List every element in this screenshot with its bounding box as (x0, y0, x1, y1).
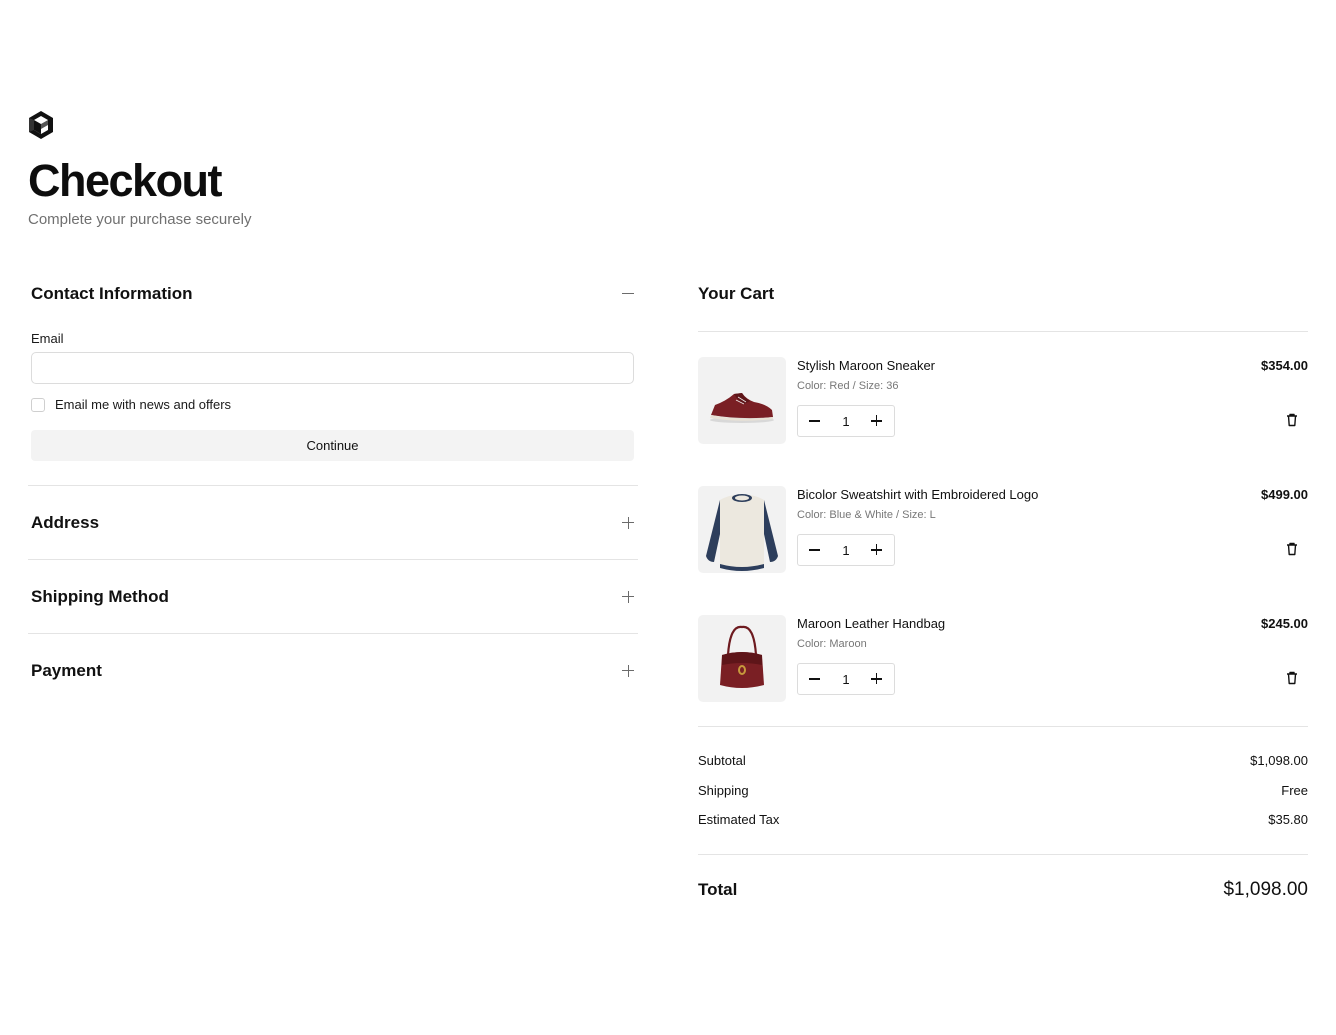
cart-item: Maroon Leather Handbag Color: Maroon $24… (698, 615, 1308, 726)
email-field[interactable] (31, 352, 634, 384)
item-name: Maroon Leather Handbag (797, 616, 946, 631)
sweatshirt-image[interactable] (698, 486, 786, 573)
page-subtitle: Complete your purchase securely (28, 211, 252, 228)
item-name: Bicolor Sweatshirt with Embroidered Logo (797, 487, 1039, 502)
item-price: $354.00 (1261, 358, 1308, 373)
total-label: Total (698, 879, 738, 899)
handbag-image[interactable] (698, 615, 786, 702)
section-title: Payment (31, 660, 102, 680)
decrease-quantity-button[interactable] (808, 672, 822, 686)
minus-icon[interactable] (622, 288, 634, 300)
newsletter-option[interactable]: Email me with news and offers (31, 397, 634, 412)
trash-icon[interactable] (1284, 412, 1300, 428)
section-title: Address (31, 512, 100, 532)
sneaker-image[interactable] (698, 357, 786, 444)
item-name: Stylish Maroon Sneaker (797, 358, 936, 373)
contact-form: Email Email me with news and offers Cont… (28, 331, 638, 485)
increase-quantity-button[interactable] (870, 672, 884, 686)
cube-logo-icon (29, 111, 53, 139)
contact-section: Contact Information Email Email me with … (28, 270, 638, 486)
plus-icon[interactable] (622, 664, 634, 677)
item-variant: Color: Maroon (797, 638, 867, 650)
item-price: $499.00 (1261, 487, 1308, 502)
item-variant: Color: Blue & White / Size: L (797, 509, 936, 521)
tax-value: $35.80 (1268, 812, 1308, 827)
decrease-quantity-button[interactable] (808, 543, 822, 557)
quantity-value[interactable]: 1 (842, 414, 849, 429)
quantity-stepper: 1 (797, 534, 895, 566)
address-section: Address (28, 486, 638, 560)
section-title: Shipping Method (31, 586, 169, 606)
cart-list: Stylish Maroon Sneaker Color: Red / Size… (698, 332, 1308, 726)
cart-item: Bicolor Sweatshirt with Embroidered Logo… (698, 486, 1308, 615)
increase-quantity-button[interactable] (870, 414, 884, 428)
order-summary: Subtotal $1,098.00 Shipping Free Estimat… (698, 727, 1308, 854)
shipping-value: Free (1281, 782, 1308, 798)
plus-icon[interactable] (622, 590, 634, 603)
continue-button[interactable]: Continue (31, 430, 634, 461)
address-section-header[interactable]: Address (28, 486, 638, 559)
total-row: Total $1,098.00 (698, 855, 1308, 925)
tax-label: Estimated Tax (698, 812, 780, 827)
subtotal-value: $1,098.00 (1250, 753, 1308, 768)
cart-item: Stylish Maroon Sneaker Color: Red / Size… (698, 357, 1308, 486)
cart-panel: Your Cart Stylish Maroon Sneaker Color: … (698, 270, 1308, 925)
subtotal-label: Subtotal (698, 753, 746, 768)
quantity-value[interactable]: 1 (842, 672, 849, 687)
decrease-quantity-button[interactable] (808, 414, 822, 428)
item-variant: Color: Red / Size: 36 (797, 380, 899, 392)
section-title: Contact Information (31, 283, 193, 303)
shipping-label: Shipping (698, 782, 749, 798)
quantity-value[interactable]: 1 (842, 543, 849, 558)
subtotal-row: Subtotal $1,098.00 (698, 751, 1308, 781)
newsletter-label: Email me with news and offers (55, 397, 232, 412)
trash-icon[interactable] (1284, 670, 1300, 686)
newsletter-checkbox[interactable] (31, 397, 45, 412)
increase-quantity-button[interactable] (870, 543, 884, 557)
quantity-stepper: 1 (797, 663, 895, 695)
email-label: Email (31, 331, 64, 346)
shipping-method-section-header[interactable]: Shipping Method (28, 560, 638, 633)
item-price: $245.00 (1261, 616, 1308, 631)
quantity-stepper: 1 (797, 405, 895, 437)
shipping-row: Shipping Free (698, 781, 1308, 811)
tax-row: Estimated Tax $35.80 (698, 810, 1308, 840)
checkout-sections: Contact Information Email Email me with … (28, 270, 638, 707)
shipping-method-section: Shipping Method (28, 560, 638, 634)
plus-icon[interactable] (622, 516, 634, 529)
page-title: Checkout (28, 155, 223, 206)
total-value: $1,098.00 (1223, 878, 1308, 900)
trash-icon[interactable] (1284, 541, 1300, 557)
cart-title: Your Cart (698, 284, 775, 303)
payment-section: Payment (28, 634, 638, 707)
payment-section-header[interactable]: Payment (28, 634, 638, 707)
contact-section-header[interactable]: Contact Information (28, 270, 638, 317)
